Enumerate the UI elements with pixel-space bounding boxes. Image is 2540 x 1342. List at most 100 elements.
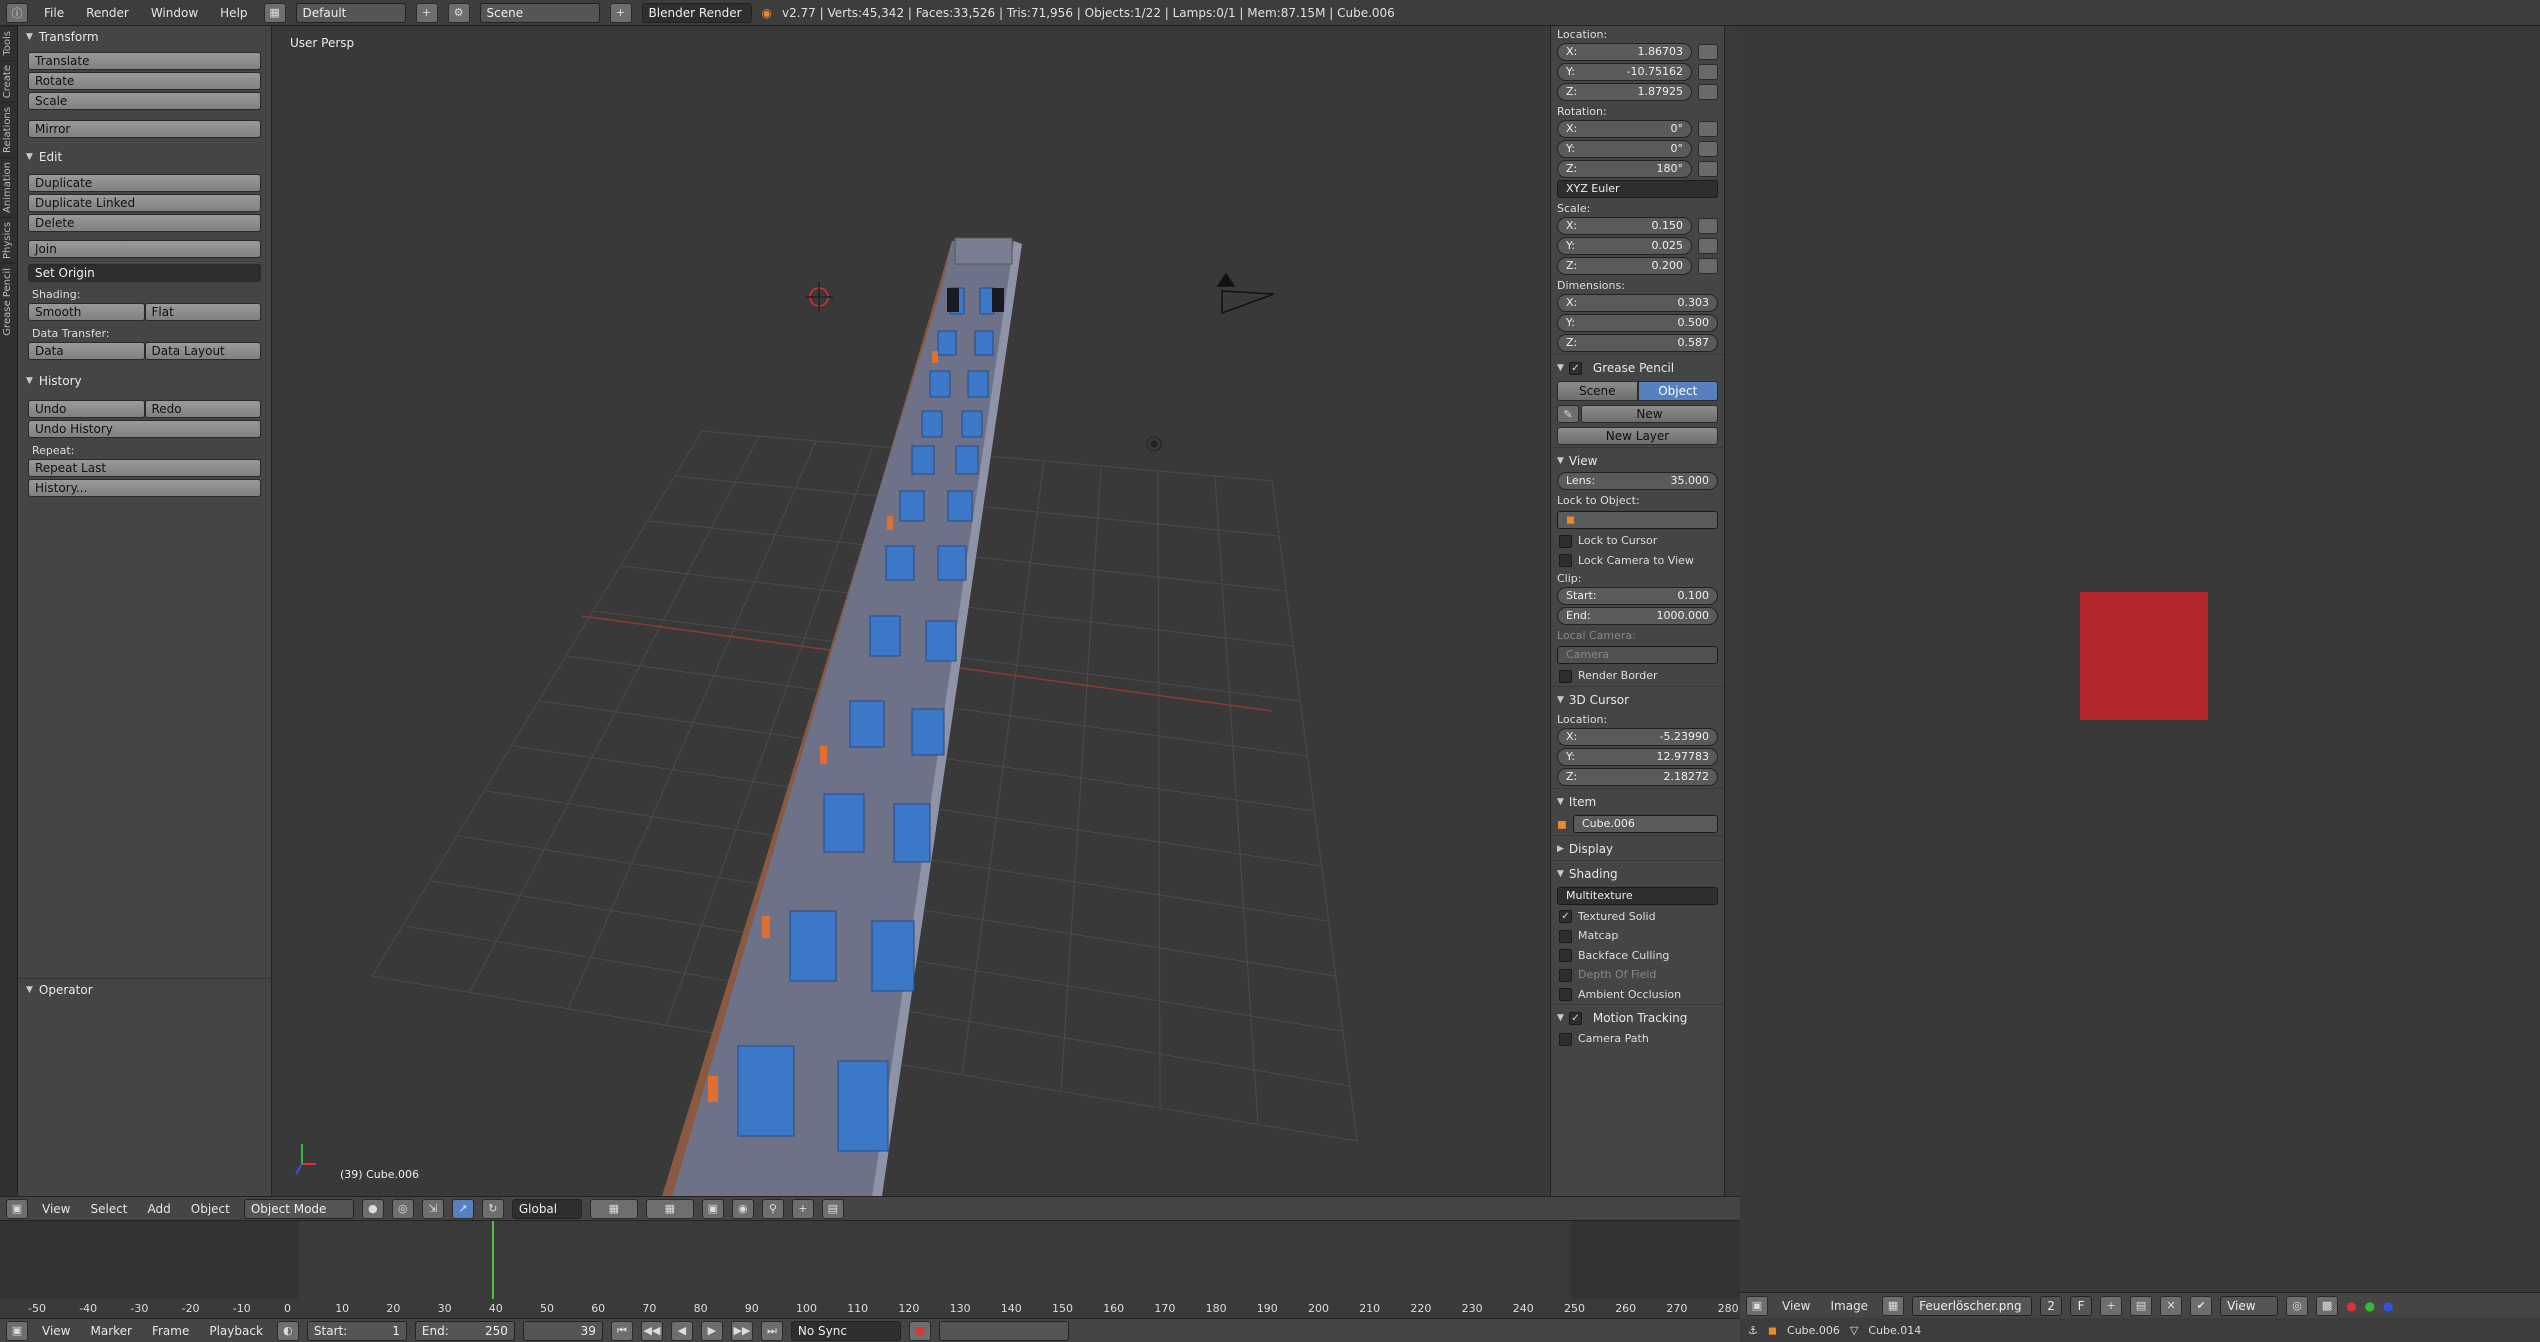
gp-object-button[interactable]: Object xyxy=(1637,381,1718,401)
scene-icon[interactable]: ⚙ xyxy=(447,2,470,23)
tab-animation[interactable]: Animation xyxy=(0,156,15,217)
menu-playback[interactable]: Playback xyxy=(203,1324,269,1338)
lock-camera-row[interactable]: Lock Camera to View xyxy=(1551,551,1724,571)
clip-start-field[interactable]: Start: 0.100 xyxy=(1557,587,1718,605)
matcap-checkbox[interactable] xyxy=(1559,929,1572,943)
pivot-icon[interactable]: ◎ xyxy=(2286,1295,2309,1316)
preview-range-icon[interactable]: ◐ xyxy=(276,1320,299,1341)
image-name-field[interactable]: Feuerlöscher.png xyxy=(1912,1295,2033,1316)
repeat-last-button[interactable]: Repeat Last xyxy=(28,459,261,477)
menu-help[interactable]: Help xyxy=(214,6,253,20)
screen-layout-field[interactable]: Default xyxy=(295,2,406,23)
pin-icon[interactable]: ✔ xyxy=(2190,1295,2213,1316)
image-browse-icon[interactable]: ▦ xyxy=(1882,1295,1905,1316)
lock-icon[interactable] xyxy=(1698,161,1718,177)
editor-type-icon[interactable]: ▣ xyxy=(1746,1295,1768,1316)
snap-target-icon[interactable]: + xyxy=(791,1198,814,1219)
red-channel-icon[interactable]: ● xyxy=(2346,1299,2356,1313)
cursor-panel-header[interactable]: ▼ 3D Cursor xyxy=(1551,685,1724,711)
rotate-manipulator-icon[interactable]: ↻ xyxy=(481,1198,504,1219)
smooth-button[interactable]: Smooth xyxy=(28,303,145,321)
green-channel-icon[interactable]: ● xyxy=(2365,1299,2375,1313)
render-icon[interactable]: ▤ xyxy=(821,1198,844,1219)
textured-solid-checkbox[interactable]: ✓ xyxy=(1559,910,1572,923)
open-image-icon[interactable]: ▤ xyxy=(2130,1295,2153,1316)
join-button[interactable]: Join xyxy=(28,240,261,258)
scale-z-field[interactable]: Z: 0.200 xyxy=(1551,257,1724,275)
operator-panel-header[interactable]: ▼ Operator xyxy=(18,978,272,1001)
menu-image-view[interactable]: View xyxy=(1776,1299,1816,1313)
timeline[interactable]: -50 -40 -30 -20 -10 0 10 20 30 40 50 60 70 80 90 100 110… xyxy=(0,1220,1740,1318)
rotate-button[interactable]: Rotate xyxy=(28,72,261,90)
view-mode-select[interactable]: View xyxy=(2220,1295,2279,1316)
undo-button[interactable]: Undo xyxy=(28,400,145,418)
lock-icon[interactable] xyxy=(1698,238,1718,254)
menu-add[interactable]: Add xyxy=(142,1202,177,1216)
menu-view[interactable]: View xyxy=(36,1202,76,1216)
scale-button[interactable]: Scale xyxy=(28,92,261,110)
screen-layout-icon[interactable]: ▦ xyxy=(263,2,286,23)
menu-select[interactable]: Select xyxy=(84,1202,133,1216)
history-panel-header[interactable]: ▼ History xyxy=(18,370,271,392)
translate-manipulator-icon[interactable]: ↗ xyxy=(451,1198,474,1219)
clip-end-field[interactable]: End: 1000.000 xyxy=(1557,607,1718,625)
backface-checkbox[interactable] xyxy=(1559,949,1572,962)
redo-button[interactable]: Redo xyxy=(144,400,261,418)
camera-path-row[interactable]: Camera Path xyxy=(1551,1029,1724,1049)
backface-row[interactable]: Backface Culling xyxy=(1551,946,1724,966)
new-image-icon[interactable]: + xyxy=(2100,1295,2123,1316)
ao-checkbox[interactable] xyxy=(1559,988,1572,1001)
sync-select[interactable]: No Sync xyxy=(790,1320,901,1341)
lock-icon[interactable] xyxy=(1698,141,1718,157)
lock-icon[interactable] xyxy=(1698,64,1718,80)
menu-object[interactable]: Object xyxy=(185,1202,236,1216)
blue-channel-icon[interactable]: ● xyxy=(2383,1299,2393,1313)
unlink-image-icon[interactable]: ✕ xyxy=(2160,1295,2183,1316)
menu-tl-view[interactable]: View xyxy=(36,1324,76,1338)
delete-button[interactable]: Delete xyxy=(28,214,261,232)
location-y-field[interactable]: Y: -10.75162 xyxy=(1551,63,1724,81)
status-object-1[interactable]: Cube.006 xyxy=(1787,1324,1840,1337)
set-origin-select[interactable]: Set Origin xyxy=(28,264,261,282)
textured-solid-row[interactable]: ✓ Textured Solid xyxy=(1551,907,1724,927)
prev-keyframe-icon[interactable]: ◀◀ xyxy=(640,1320,663,1341)
snap-icon[interactable]: ⚲ xyxy=(761,1198,784,1219)
pivot-icon[interactable]: ◎ xyxy=(391,1198,414,1219)
ao-row[interactable]: Ambient Occlusion xyxy=(1551,985,1724,1005)
translate-button[interactable]: Translate xyxy=(28,52,261,70)
undo-history-button[interactable]: Undo History xyxy=(28,420,261,438)
lock-icon[interactable] xyxy=(1698,84,1718,100)
current-frame-field[interactable]: 39 xyxy=(522,1320,603,1341)
jump-start-icon[interactable]: ⏮ xyxy=(610,1320,633,1341)
next-keyframe-icon[interactable]: ▶▶ xyxy=(730,1320,753,1341)
rotation-x-field[interactable]: X: 0° xyxy=(1551,120,1724,138)
lock-camera-checkbox[interactable] xyxy=(1559,554,1572,567)
matcap-row[interactable]: Matcap xyxy=(1551,926,1724,946)
edit-panel-header[interactable]: ▼ Edit xyxy=(18,146,271,168)
lock-icon[interactable] xyxy=(1698,44,1718,60)
image-users-field[interactable]: 2 xyxy=(2040,1295,2063,1316)
play-icon[interactable]: ▶ xyxy=(700,1320,723,1341)
scale-y-field[interactable]: Y: 0.025 xyxy=(1551,237,1724,255)
dimension-x-field[interactable]: X: 0.303 xyxy=(1557,294,1718,312)
render-engine-select[interactable]: Blender Render xyxy=(641,2,752,23)
shading-panel-header[interactable]: ▼ Shading xyxy=(1551,859,1724,885)
lock-to-cursor-row[interactable]: Lock to Cursor xyxy=(1551,531,1724,551)
jump-end-icon[interactable]: ⏭ xyxy=(760,1320,783,1341)
duplicate-button[interactable]: Duplicate xyxy=(28,174,261,192)
cursor-x-field[interactable]: X: -5.23990 xyxy=(1557,727,1718,746)
location-x-field[interactable]: X: 1.86703 xyxy=(1551,43,1724,61)
rotation-y-field[interactable]: Y: 0° xyxy=(1551,140,1724,158)
lock-layers-icon[interactable]: ▣ xyxy=(701,1198,724,1219)
menu-marker[interactable]: Marker xyxy=(84,1324,137,1338)
dimension-z-field[interactable]: Z: 0.587 xyxy=(1557,334,1718,352)
item-panel-header[interactable]: ▼ Item xyxy=(1551,787,1724,813)
display-panel-header[interactable]: ▶ Display xyxy=(1551,834,1724,860)
lock-icon[interactable] xyxy=(1698,218,1718,234)
rotation-mode-select[interactable]: XYZ Euler xyxy=(1557,180,1718,198)
rotation-z-field[interactable]: Z: 180° xyxy=(1551,160,1724,178)
fake-user-button[interactable]: F xyxy=(2070,1295,2093,1316)
gp-new-layer-button[interactable]: New Layer xyxy=(1557,427,1718,445)
pencil-icon[interactable]: ✎ xyxy=(1557,405,1579,423)
duplicate-linked-button[interactable]: Duplicate Linked xyxy=(28,194,261,212)
